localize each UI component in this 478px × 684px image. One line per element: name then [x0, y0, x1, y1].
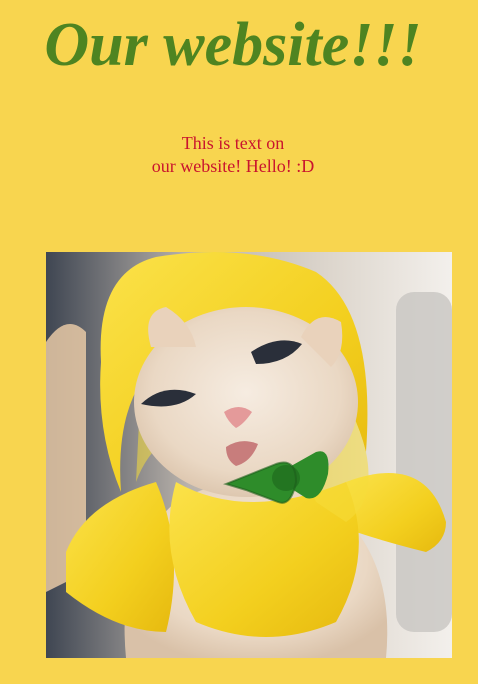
- page-title: Our website!!!: [44, 11, 422, 79]
- intro-text-line-2: our website! Hello! :D: [151, 156, 315, 176]
- page: { "page": { "title": "Our website!!!", "…: [0, 0, 478, 684]
- intro-text-line-1: This is text on: [181, 133, 285, 153]
- chair-back: [396, 292, 452, 632]
- intro-text: This is text on our website! Hello! :D: [0, 132, 466, 178]
- kitten-illustration: [46, 252, 452, 658]
- kitten-photo: [46, 252, 452, 658]
